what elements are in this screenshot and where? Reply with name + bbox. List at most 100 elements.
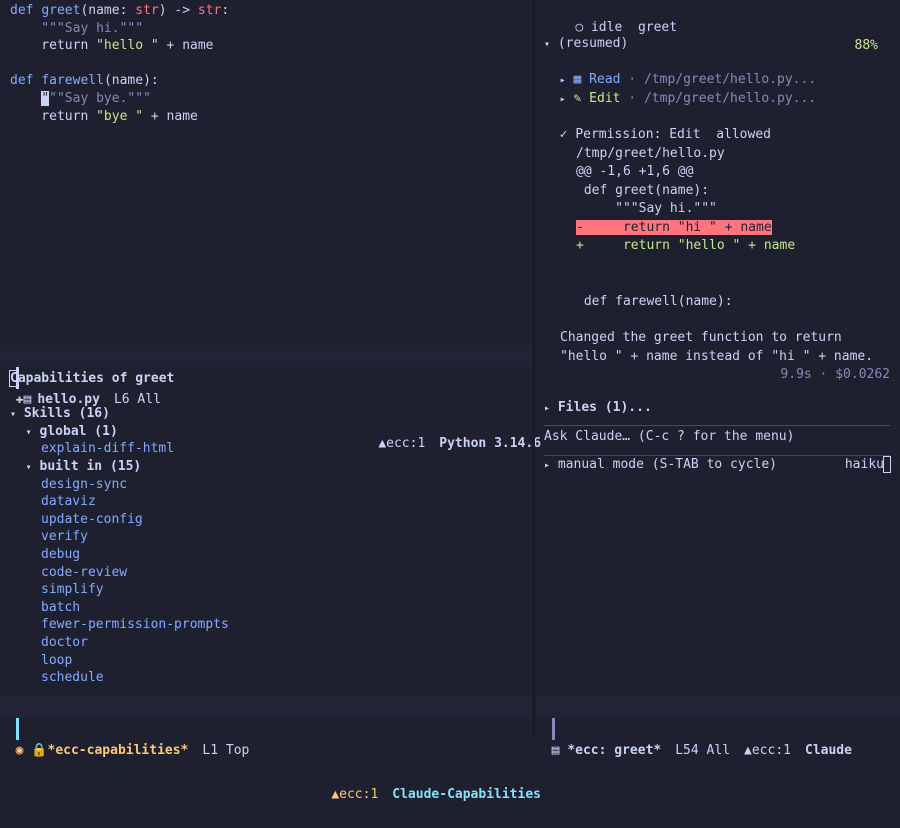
- model-name[interactable]: haiku: [845, 455, 891, 475]
- chevron-right-icon: ▸: [544, 459, 551, 471]
- lock-icon: 🔒: [31, 743, 48, 758]
- code-line[interactable]: return "bye " + name: [10, 108, 532, 126]
- mode-selector[interactable]: ▸ manual mode (S-TAB to cycle) haiku: [544, 455, 900, 475]
- summary-line: "hello " + name instead of "hi " + name.: [560, 348, 874, 364]
- capability-item[interactable]: loop: [10, 652, 532, 670]
- code-token: (name:: [80, 3, 136, 18]
- resumed-toggle[interactable]: ▾ (resumed): [544, 35, 900, 54]
- code-token: + name: [143, 108, 198, 124]
- code-line[interactable]: def greet(name: str) -> str:: [10, 2, 532, 20]
- response-meta: 9.9s · $0.0262: [780, 367, 890, 382]
- chat-pane[interactable]: ○ idle greet 88% ▾ (resumed) ▸ ▦ Read · …: [540, 0, 900, 690]
- capabilities-pane[interactable]: Capabilities of greet ▾ Skills (16) ▾ gl…: [0, 370, 532, 690]
- capabilities-title: Capabilities of greet: [9, 370, 175, 387]
- modeline-buffer: *ecc: greet*: [567, 743, 662, 758]
- tool-edit[interactable]: ▸ ✎ Edit · /tmp/greet/hello.py...: [544, 90, 900, 109]
- modeline-indicator: [15, 718, 19, 740]
- diff-context: """Say hi.""": [576, 201, 717, 216]
- capability-item[interactable]: design-sync: [10, 476, 532, 494]
- ecc-icon: ▲: [744, 743, 752, 758]
- diff-context: def farewell(name):: [576, 293, 733, 309]
- capability-item[interactable]: fewer-permission-prompts: [10, 616, 532, 634]
- chevron-right-icon: ▸: [559, 93, 566, 105]
- capability-item[interactable]: code-review: [10, 564, 532, 582]
- capability-item[interactable]: dataviz: [10, 493, 532, 511]
- capability-item[interactable]: doctor: [10, 634, 532, 652]
- code-token: "bye ": [96, 108, 144, 124]
- status-text: idle: [590, 19, 623, 35]
- status-circle-icon: ○: [575, 19, 584, 35]
- code-line[interactable]: def farewell(name):: [10, 72, 532, 90]
- modeline-ecc: ecc:1: [339, 787, 379, 802]
- capability-item[interactable]: simplify: [10, 581, 532, 599]
- pencil-icon: ✎: [573, 90, 582, 106]
- ecc-icon: ▲: [331, 787, 340, 802]
- modeline-position: L54 All: [675, 743, 731, 758]
- code-token: return: [10, 38, 97, 54]
- chevron-down-icon: ▾: [25, 426, 32, 438]
- code-token: return: [10, 108, 97, 124]
- skills-group[interactable]: ▾ Skills (16): [10, 405, 532, 423]
- chevron-down-icon: ▾: [25, 461, 32, 473]
- capability-item[interactable]: debug: [10, 546, 532, 564]
- modeline-mode: Claude: [805, 743, 852, 758]
- tool-read[interactable]: ▸ ▦ Read · /tmp/greet/hello.py...: [544, 71, 900, 90]
- text-cursor: [883, 455, 891, 473]
- modeline-mode: Claude-Capabilities: [392, 787, 541, 802]
- capability-item[interactable]: update-config: [10, 511, 532, 529]
- editor-pane[interactable]: def greet(name: str) -> str: """Say hi."…: [0, 0, 532, 342]
- code-line[interactable]: """Say hi.""": [10, 20, 532, 38]
- context-percent: 88%: [854, 38, 878, 53]
- capability-item[interactable]: explain-diff-html: [10, 440, 532, 458]
- capabilities-modeline: ◉ 🔒*ecc-capabilities* L1 Top ▲ecc:1 Claude…: [0, 696, 541, 802]
- summary-line: Changed the greet function to return: [560, 330, 842, 345]
- code-token: str: [135, 3, 159, 18]
- code-line[interactable]: """Say bye.""": [10, 90, 532, 108]
- chat-header: ○ idle greet 88%: [544, 0, 900, 54]
- code-token: str: [197, 3, 222, 18]
- modeline-buffer: *ecc-capabilities*: [47, 743, 189, 758]
- diff-context: def greet(name):: [576, 182, 710, 198]
- code-token: (name):: [103, 73, 159, 89]
- code-token: """Say hi.""": [10, 20, 144, 36]
- capability-item[interactable]: batch: [10, 599, 532, 617]
- permission-path: /tmp/greet/hello.py: [576, 145, 725, 161]
- diff-deletion: - return "hi " + name: [576, 219, 772, 235]
- vertical-divider[interactable]: [532, 0, 535, 739]
- builtin-group[interactable]: ▾ built in (15): [10, 458, 532, 476]
- code-line[interactable]: return "hello " + name: [10, 37, 532, 55]
- modeline-position: L1 Top: [202, 743, 250, 758]
- chevron-right-icon: ▸: [544, 402, 551, 414]
- editor-modeline: ✚▤ hello.py L6 All ▲ecc:1 Python 3.14.6: [0, 345, 541, 451]
- code-token: farewell: [41, 73, 104, 89]
- code-area[interactable]: def greet(name: str) -> str: """Say hi."…: [0, 0, 532, 125]
- capability-item[interactable]: verify: [10, 528, 532, 546]
- code-token: + name: [158, 38, 214, 54]
- checkmark-icon: ✓: [559, 127, 568, 142]
- code-token: :: [221, 3, 230, 18]
- modeline-indicator: [551, 718, 555, 740]
- diff-hunk: @@ -1,6 +1,6 @@: [576, 164, 694, 179]
- chevron-right-icon: ▸: [559, 75, 566, 86]
- modeline-ecc: ecc:1: [751, 743, 791, 758]
- code-token: "hello ": [96, 38, 159, 54]
- text-cursor: ": [41, 90, 50, 106]
- session-name: greet: [637, 19, 678, 35]
- diff-addition: + return "hello " + name: [576, 238, 796, 253]
- book-icon: ▦: [573, 72, 582, 87]
- chevron-down-icon: ▾: [10, 409, 17, 421]
- files-toggle[interactable]: ▸ Files (1)...: [544, 399, 900, 418]
- document-icon: ▤: [551, 743, 560, 758]
- chat-modeline: ▤ *ecc: greet* L54 All ▲ecc:1 Claude: [536, 696, 900, 758]
- code-token: def: [10, 3, 42, 18]
- prompt-input[interactable]: Ask Claude… (C-c ? for the menu): [544, 428, 900, 447]
- global-group[interactable]: ▾ global (1): [10, 423, 532, 441]
- code-token: ) ->: [158, 3, 198, 18]
- code-line[interactable]: [10, 55, 532, 73]
- code-token: greet: [41, 3, 81, 18]
- claude-icon: ◉: [15, 743, 24, 758]
- code-token: ""Say bye.""": [49, 90, 151, 106]
- permission-line: ✓ Permission: Edit allowed: [559, 127, 771, 142]
- capability-item[interactable]: schedule: [10, 669, 532, 687]
